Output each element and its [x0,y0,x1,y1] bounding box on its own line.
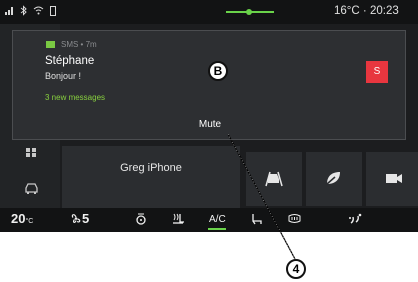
callout-4: 4 [286,259,306,279]
callout-leader-line [227,133,296,260]
